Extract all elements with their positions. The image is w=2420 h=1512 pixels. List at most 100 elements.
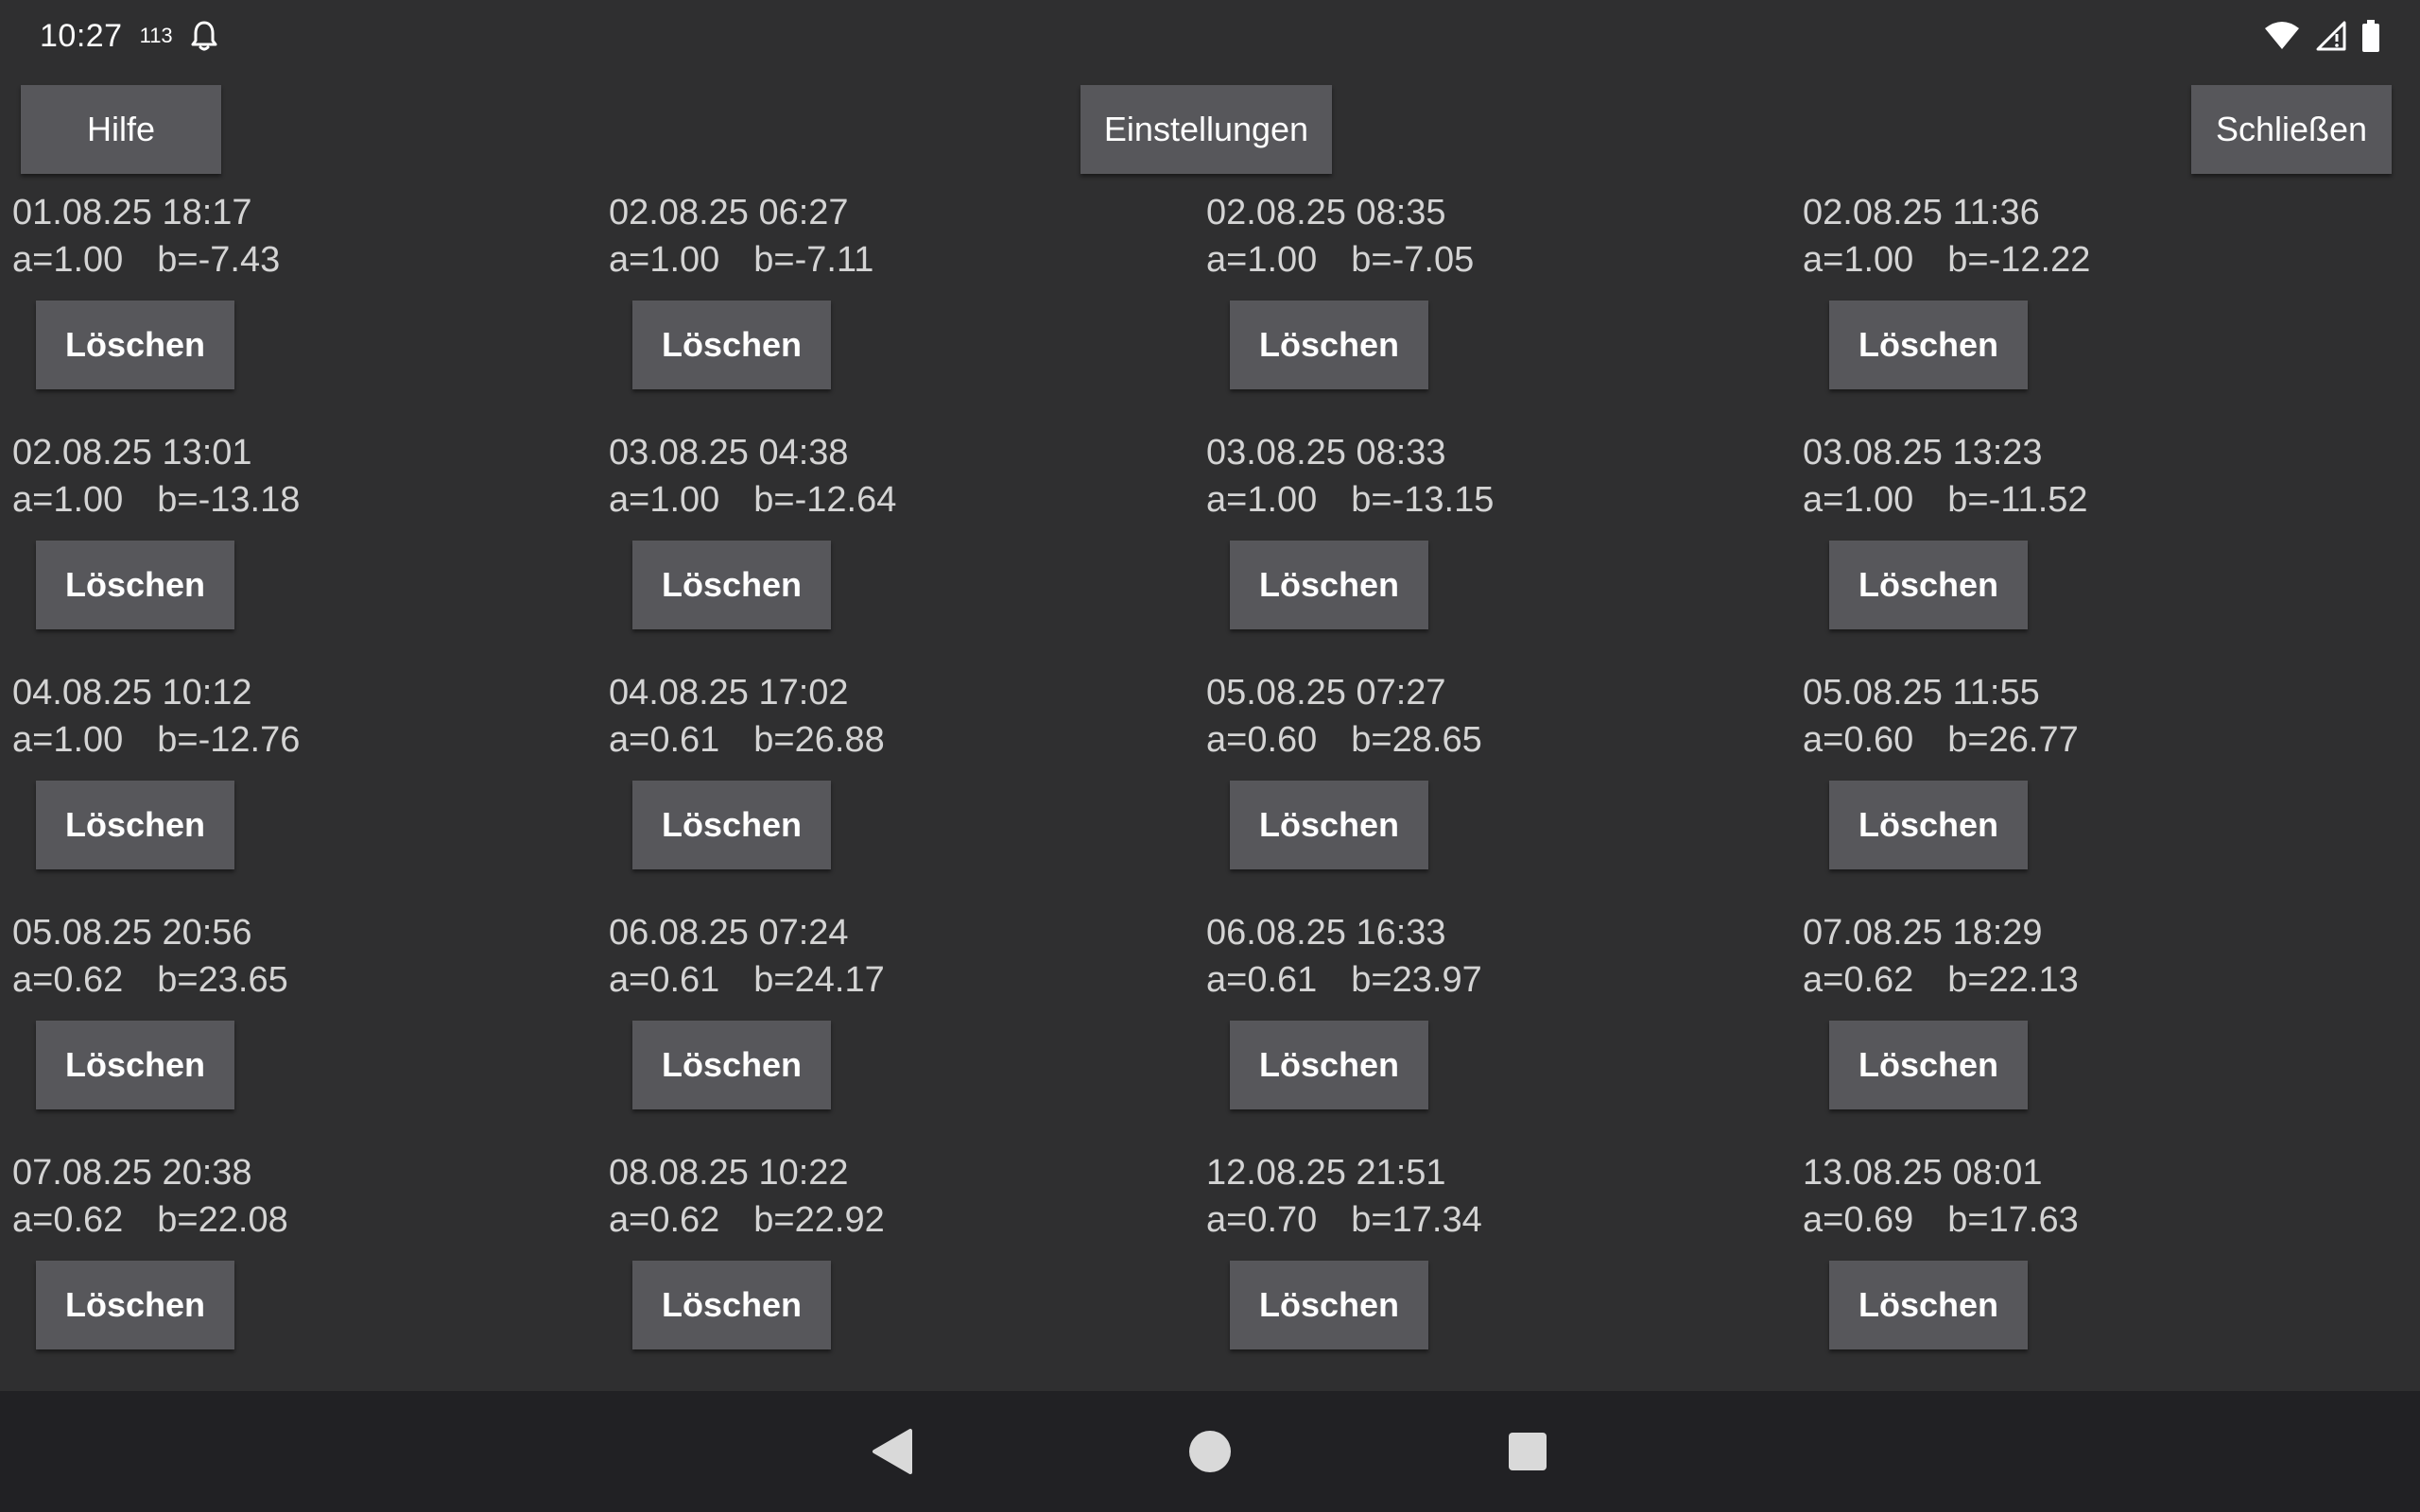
entry-param-b: b=26.88	[753, 720, 885, 760]
entry-param-b: b=-7.43	[157, 240, 281, 280]
entry-params: a=1.00 b=-13.18	[12, 476, 300, 524]
list-item: 04.08.25 17:02 a=0.61 b=26.88 Löschen	[609, 669, 1195, 909]
entry-param-a: a=1.00	[1803, 240, 1914, 280]
list-item: 08.08.25 10:22 a=0.62 b=22.92 Löschen	[609, 1149, 1195, 1389]
entry-param-b: b=17.63	[1947, 1200, 2079, 1240]
delete-button[interactable]: Löschen	[1230, 301, 1428, 389]
delete-button[interactable]: Löschen	[36, 1261, 234, 1349]
settings-button[interactable]: Einstellungen	[1080, 85, 1332, 174]
delete-button[interactable]: Löschen	[1230, 1261, 1428, 1349]
list-item: 02.08.25 13:01 a=1.00 b=-13.18 Löschen	[12, 429, 598, 669]
wifi-icon	[2263, 21, 2301, 51]
entry-params: a=0.61 b=26.88	[609, 716, 885, 764]
cell-signal-icon	[2316, 21, 2346, 51]
entry-date: 13.08.25 08:01	[1803, 1153, 2043, 1193]
entry-date: 02.08.25 11:36	[1803, 193, 2040, 232]
entry-params: a=1.00 b=-12.64	[609, 476, 896, 524]
status-notification-count: 113	[139, 24, 173, 47]
delete-button[interactable]: Löschen	[1230, 781, 1428, 869]
entry-date: 04.08.25 17:02	[609, 673, 849, 713]
entry-param-a: a=0.62	[1803, 960, 1914, 1000]
list-item: 02.08.25 06:27 a=1.00 b=-7.11 Löschen	[609, 189, 1195, 429]
entry-param-a: a=0.62	[609, 1200, 720, 1240]
entry-params: a=1.00 b=-11.52	[1803, 476, 2088, 524]
entry-param-a: a=1.00	[12, 720, 124, 760]
entry-param-b: b=17.34	[1351, 1200, 1482, 1240]
delete-button[interactable]: Löschen	[1230, 1021, 1428, 1109]
entry-param-a: a=0.60	[1803, 720, 1914, 760]
list-item: 12.08.25 21:51 a=0.70 b=17.34 Löschen	[1206, 1149, 1792, 1389]
entry-param-a: a=0.70	[1206, 1200, 1318, 1240]
entry-param-a: a=0.62	[12, 960, 124, 1000]
close-button[interactable]: Schließen	[2191, 85, 2392, 174]
entry-date: 07.08.25 18:29	[1803, 913, 2043, 953]
entry-params: a=1.00 b=-7.43	[12, 236, 280, 284]
delete-button[interactable]: Löschen	[1829, 1021, 2028, 1109]
delete-button[interactable]: Löschen	[632, 781, 831, 869]
entry-date: 05.08.25 07:27	[1206, 673, 1446, 713]
status-left: 10:27 113	[40, 18, 218, 55]
entry-date: 12.08.25 21:51	[1206, 1153, 1446, 1193]
status-time: 10:27	[40, 17, 123, 54]
entry-param-b: b=-12.76	[157, 720, 301, 760]
delete-button[interactable]: Löschen	[1230, 541, 1428, 629]
entry-params: a=0.61 b=23.97	[1206, 956, 1482, 1004]
delete-button[interactable]: Löschen	[632, 1261, 831, 1349]
delete-button[interactable]: Löschen	[632, 301, 831, 389]
delete-button[interactable]: Löschen	[1829, 541, 2028, 629]
entry-date: 04.08.25 10:12	[12, 673, 252, 713]
entry-param-a: a=1.00	[609, 240, 720, 280]
list-item: 07.08.25 18:29 a=0.62 b=22.13 Löschen	[1803, 909, 2389, 1149]
back-icon[interactable]	[855, 1414, 930, 1489]
entry-param-a: a=0.61	[609, 720, 720, 760]
entry-param-b: b=22.08	[157, 1200, 288, 1240]
entry-params: a=0.70 b=17.34	[1206, 1196, 1482, 1244]
delete-button[interactable]: Löschen	[632, 541, 831, 629]
entry-date: 01.08.25 18:17	[12, 193, 252, 232]
delete-button[interactable]: Löschen	[632, 1021, 831, 1109]
delete-button[interactable]: Löschen	[36, 1021, 234, 1109]
entry-param-b: b=26.77	[1947, 720, 2079, 760]
entry-param-a: a=0.60	[1206, 720, 1318, 760]
recents-icon[interactable]	[1490, 1414, 1565, 1489]
entry-param-b: b=22.92	[753, 1200, 885, 1240]
entry-params: a=1.00 b=-12.76	[12, 716, 300, 764]
entry-date: 07.08.25 20:38	[12, 1153, 252, 1193]
entry-date: 03.08.25 04:38	[609, 433, 849, 472]
delete-button[interactable]: Löschen	[36, 541, 234, 629]
delete-button[interactable]: Löschen	[1829, 301, 2028, 389]
entry-param-b: b=-11.52	[1947, 480, 2088, 520]
list-item: 01.08.25 18:17 a=1.00 b=-7.43 Löschen	[12, 189, 598, 429]
entry-params: a=0.62 b=22.92	[609, 1196, 885, 1244]
help-button[interactable]: Hilfe	[21, 85, 221, 174]
entry-param-a: a=0.61	[609, 960, 720, 1000]
delete-button[interactable]: Löschen	[36, 781, 234, 869]
entries-grid: 01.08.25 18:17 a=1.00 b=-7.43 Löschen 02.08.…	[0, 189, 2420, 1374]
entry-params: a=0.69 b=17.63	[1803, 1196, 2079, 1244]
delete-button[interactable]: Löschen	[36, 301, 234, 389]
list-item: 03.08.25 04:38 a=1.00 b=-12.64 Löschen	[609, 429, 1195, 669]
entry-date: 03.08.25 08:33	[1206, 433, 1446, 472]
list-item: 05.08.25 11:55 a=0.60 b=26.77 Löschen	[1803, 669, 2389, 909]
entry-date: 08.08.25 10:22	[609, 1153, 849, 1193]
entry-date: 06.08.25 16:33	[1206, 913, 1446, 953]
entry-params: a=0.62 b=23.65	[12, 956, 288, 1004]
entry-param-a: a=1.00	[1803, 480, 1914, 520]
entry-date: 02.08.25 08:35	[1206, 193, 1446, 232]
entry-param-a: a=1.00	[12, 480, 124, 520]
entry-param-b: b=28.65	[1351, 720, 1482, 760]
home-icon[interactable]	[1172, 1414, 1248, 1489]
entry-param-b: b=-7.05	[1351, 240, 1475, 280]
entry-param-b: b=-13.18	[157, 480, 301, 520]
entry-params: a=1.00 b=-13.15	[1206, 476, 1494, 524]
entry-param-a: a=0.69	[1803, 1200, 1914, 1240]
status-bar: 10:27 113	[0, 0, 2420, 72]
entry-date: 02.08.25 06:27	[609, 193, 849, 232]
entry-param-b: b=-12.64	[753, 480, 897, 520]
entry-param-a: a=1.00	[609, 480, 720, 520]
delete-button[interactable]: Löschen	[1829, 781, 2028, 869]
entry-date: 06.08.25 07:24	[609, 913, 849, 953]
list-item: 03.08.25 13:23 a=1.00 b=-11.52 Löschen	[1803, 429, 2389, 669]
list-item: 04.08.25 10:12 a=1.00 b=-12.76 Löschen	[12, 669, 598, 909]
delete-button[interactable]: Löschen	[1829, 1261, 2028, 1349]
